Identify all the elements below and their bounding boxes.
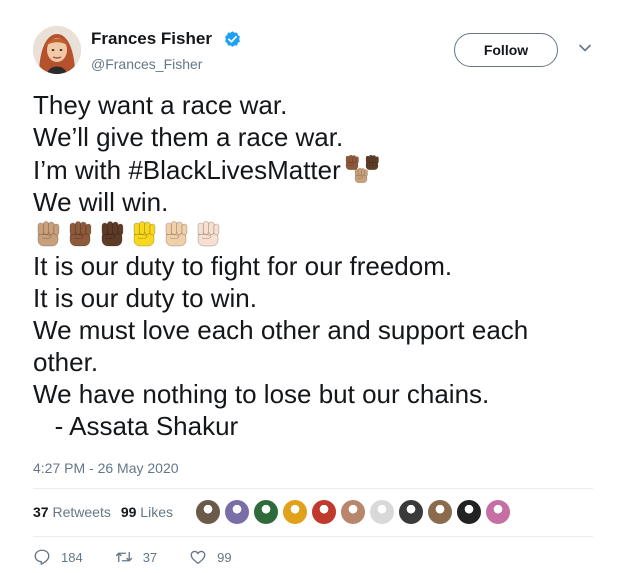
retweets-label: Retweets: [52, 504, 111, 520]
author-handle[interactable]: @Frances_Fisher: [91, 56, 202, 72]
tweet-line: It is our duty to win.: [33, 283, 257, 313]
liker-avatar[interactable]: [311, 499, 337, 525]
liker-avatar[interactable]: [195, 499, 221, 525]
follow-button[interactable]: Follow: [454, 33, 558, 67]
tweet-line: We’ll give them a race war.: [33, 122, 344, 152]
liker-avatar[interactable]: [456, 499, 482, 525]
tweet-timestamp[interactable]: 4:27 PM - 26 May 2020: [33, 460, 179, 476]
engagement-stats: 37 Retweets 99 Likes: [33, 504, 173, 520]
tweet-line: other.: [33, 347, 99, 377]
verified-badge-icon: [225, 31, 240, 47]
raised-fist-emoji: [165, 221, 188, 247]
reply-count: 184: [61, 549, 83, 565]
tweet-text: They want a race war. We’ll give them a …: [33, 89, 593, 442]
retweet-count: 37: [142, 549, 158, 565]
raised-fist-emoji-group: [343, 153, 385, 184]
liker-avatar[interactable]: [340, 499, 366, 525]
divider: [33, 488, 593, 489]
raised-fist-emoji: [197, 221, 220, 247]
liker-avatar[interactable]: [369, 499, 395, 525]
blacklivesmatter-hashtag-link[interactable]: #BlackLivesMatter: [128, 155, 340, 185]
liker-avatar[interactable]: [282, 499, 308, 525]
tweet-card: Frances Fisher @Frances_Fisher Follow Th…: [0, 0, 626, 573]
author-name[interactable]: Frances Fisher: [91, 29, 212, 49]
divider: [33, 536, 593, 537]
tweet-line: It is our duty to fight for our freedom.: [33, 251, 453, 281]
reply-button[interactable]: 184: [33, 548, 83, 566]
avatar-image: [33, 26, 81, 74]
tweet-actions: 184 37 99: [33, 548, 264, 566]
retweets-stat[interactable]: 37 Retweets: [33, 504, 111, 520]
liker-avatar[interactable]: [224, 499, 250, 525]
raised-fist-emoji: [354, 167, 368, 184]
raised-fist-emoji: [133, 221, 156, 247]
tweet-line-hashtag: I’m with #BlackLivesMatter: [33, 153, 593, 186]
chevron-down-icon[interactable]: [579, 44, 591, 52]
retweets-count: 37: [33, 504, 49, 520]
raised-fist-emoji: [101, 221, 124, 247]
retweet-icon: [115, 551, 132, 563]
tweet-line: We will win.: [33, 187, 169, 217]
liker-avatar[interactable]: [427, 499, 453, 525]
liker-avatar[interactable]: [485, 499, 511, 525]
tweet-line: They want a race war.: [33, 90, 288, 120]
raised-fist-emoji: [69, 221, 92, 247]
raised-fist-emoji: [37, 221, 60, 247]
avatar[interactable]: [33, 26, 81, 74]
tweet-line-prefix: I’m with: [33, 155, 129, 185]
liker-avatars: [195, 499, 514, 525]
liker-avatar[interactable]: [398, 499, 424, 525]
fist-emoji-row: [33, 218, 593, 250]
tweet-line: We must love each other and support each: [33, 315, 529, 345]
heart-icon: [190, 550, 206, 565]
likes-stat[interactable]: 99 Likes: [121, 504, 173, 520]
tweet-line-attribution: - Assata Shakur: [33, 411, 239, 441]
tweet-line: We have nothing to lose but our chains.: [33, 379, 490, 409]
reply-icon: [34, 549, 50, 565]
likes-count: 99: [120, 504, 137, 520]
retweet-button[interactable]: 37: [115, 548, 157, 566]
like-count: 99: [217, 549, 232, 565]
like-button[interactable]: 99: [189, 548, 232, 566]
liker-avatar[interactable]: [253, 499, 279, 525]
likes-label: Likes: [140, 504, 173, 520]
